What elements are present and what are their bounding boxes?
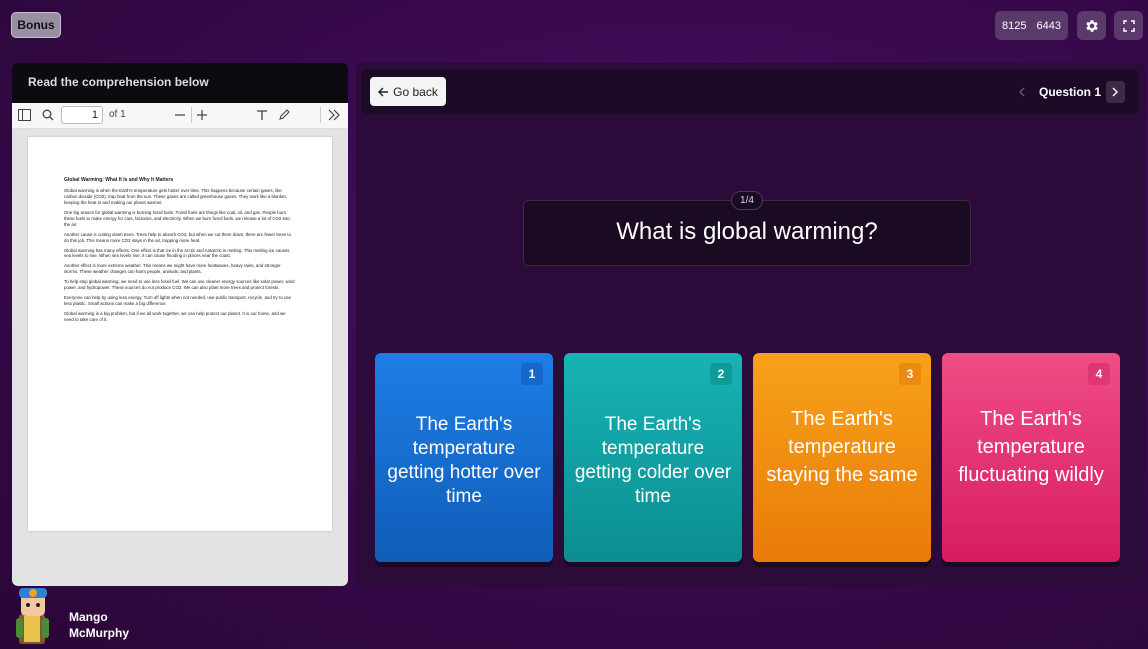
sidebar-toggle-icon[interactable] bbox=[18, 109, 31, 121]
go-back-label: Go back bbox=[393, 84, 438, 99]
chevron-left-icon bbox=[1018, 87, 1024, 97]
toolbar-divider bbox=[191, 107, 192, 123]
document-paragraph: Global warming is a big problem, but if … bbox=[64, 311, 286, 322]
question-indicator: Question 1 bbox=[1039, 85, 1102, 99]
document-paragraph: Another cause is cutting down trees. Tre… bbox=[64, 231, 291, 243]
player-first-name: Mango bbox=[69, 610, 108, 624]
answer-number: 4 bbox=[1088, 363, 1110, 385]
page-total-label: of 1 bbox=[109, 109, 126, 120]
player-last-name: McMurphy bbox=[69, 626, 129, 640]
search-icon[interactable] bbox=[42, 109, 54, 121]
answer-option-3[interactable]: 3 The Earth's temperature staying the sa… bbox=[753, 353, 931, 562]
answer-number: 1 bbox=[521, 363, 543, 385]
answer-number: 2 bbox=[710, 363, 732, 385]
document-paragraph: To help stop global warming, we need to … bbox=[64, 279, 295, 291]
pdf-page: Global Warming: What It Is and Why It Ma… bbox=[28, 137, 332, 531]
answer-text: The Earth's temperature fluctuating wild… bbox=[958, 408, 1104, 486]
document-paragraph: Another effect is more extreme weather. … bbox=[64, 263, 281, 275]
answer-number: 3 bbox=[899, 363, 921, 385]
page-number-input[interactable]: 1 bbox=[61, 106, 103, 124]
pen-tool-icon[interactable] bbox=[278, 108, 291, 121]
previous-question-button[interactable] bbox=[1011, 82, 1031, 102]
answer-option-1[interactable]: 1 The Earth's temperature getting hotter… bbox=[375, 353, 553, 562]
player-avatar bbox=[16, 588, 49, 644]
question-text: What is global warming? bbox=[616, 218, 878, 245]
fullscreen-button[interactable] bbox=[1114, 11, 1143, 40]
player-name: Mango McMurphy bbox=[69, 609, 129, 641]
answer-text: The Earth's temperature getting colder o… bbox=[574, 414, 732, 507]
document-paragraph: Global warming is when the Earth's tempe… bbox=[64, 188, 287, 205]
fullscreen-icon bbox=[1122, 19, 1135, 32]
bonus-button[interactable]: Bonus bbox=[11, 12, 61, 38]
gear-icon bbox=[1085, 19, 1098, 32]
game-code-part-2: 6443 bbox=[1036, 19, 1061, 32]
zoom-in-icon[interactable] bbox=[196, 109, 208, 121]
document-paragraph: Global warming has many effects. One eff… bbox=[64, 247, 290, 259]
game-code-badge: 8125 6443 bbox=[995, 11, 1068, 40]
more-tools-icon[interactable] bbox=[328, 109, 340, 121]
answer-option-2[interactable]: 2 The Earth's temperature getting colder… bbox=[564, 353, 742, 562]
document-heading: Global Warming: What It Is and Why It Ma… bbox=[64, 177, 174, 183]
answer-option-4[interactable]: 4 The Earth's temperature fluctuating wi… bbox=[942, 353, 1120, 562]
next-question-button[interactable] bbox=[1106, 81, 1125, 103]
game-code-part-1: 8125 bbox=[1002, 19, 1027, 32]
settings-button[interactable] bbox=[1077, 11, 1106, 40]
comprehension-title: Read the comprehension below bbox=[28, 75, 209, 89]
chevron-right-icon bbox=[1112, 87, 1118, 97]
answer-text: The Earth's temperature getting hotter o… bbox=[387, 414, 541, 507]
arrow-left-icon bbox=[378, 87, 389, 96]
comprehension-panel: Read the comprehension below 1 of 1 Glob… bbox=[12, 63, 348, 586]
text-tool-icon[interactable] bbox=[256, 109, 268, 121]
pdf-toolbar: 1 of 1 bbox=[12, 103, 348, 129]
pdf-viewer[interactable]: Global Warming: What It Is and Why It Ma… bbox=[12, 129, 348, 586]
question-counter: 1/4 bbox=[731, 191, 763, 210]
go-back-button[interactable]: Go back bbox=[370, 77, 446, 106]
zoom-out-icon[interactable] bbox=[174, 109, 186, 121]
toolbar-divider bbox=[320, 107, 321, 123]
document-paragraph: Everyone can help by using less energy. … bbox=[64, 295, 292, 307]
answer-text: The Earth's temperature staying the same bbox=[766, 408, 918, 486]
document-paragraph: One big reason for global warming is bur… bbox=[64, 209, 290, 227]
